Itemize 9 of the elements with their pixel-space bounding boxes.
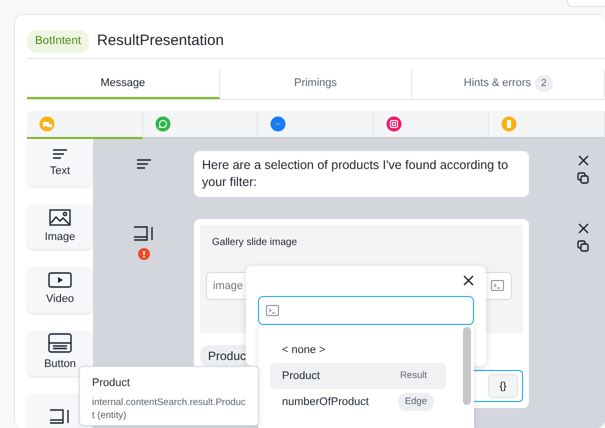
intent-title: ResultPresentation — [97, 31, 224, 52]
tooltip-title: Product — [92, 376, 131, 391]
tooltip-detail: internal.contentSearch.result.Product (entity) — [92, 396, 246, 422]
type-tag: Result — [393, 366, 434, 386]
section-label: Gallery slide image — [212, 236, 298, 250]
count-badge: 2 — [535, 75, 553, 92]
message-text: Here are a selection of products I've found according to your filter: — [194, 151, 529, 197]
type-tag: BotIntent — [27, 30, 90, 54]
type-tag: Edge — [398, 392, 434, 412]
